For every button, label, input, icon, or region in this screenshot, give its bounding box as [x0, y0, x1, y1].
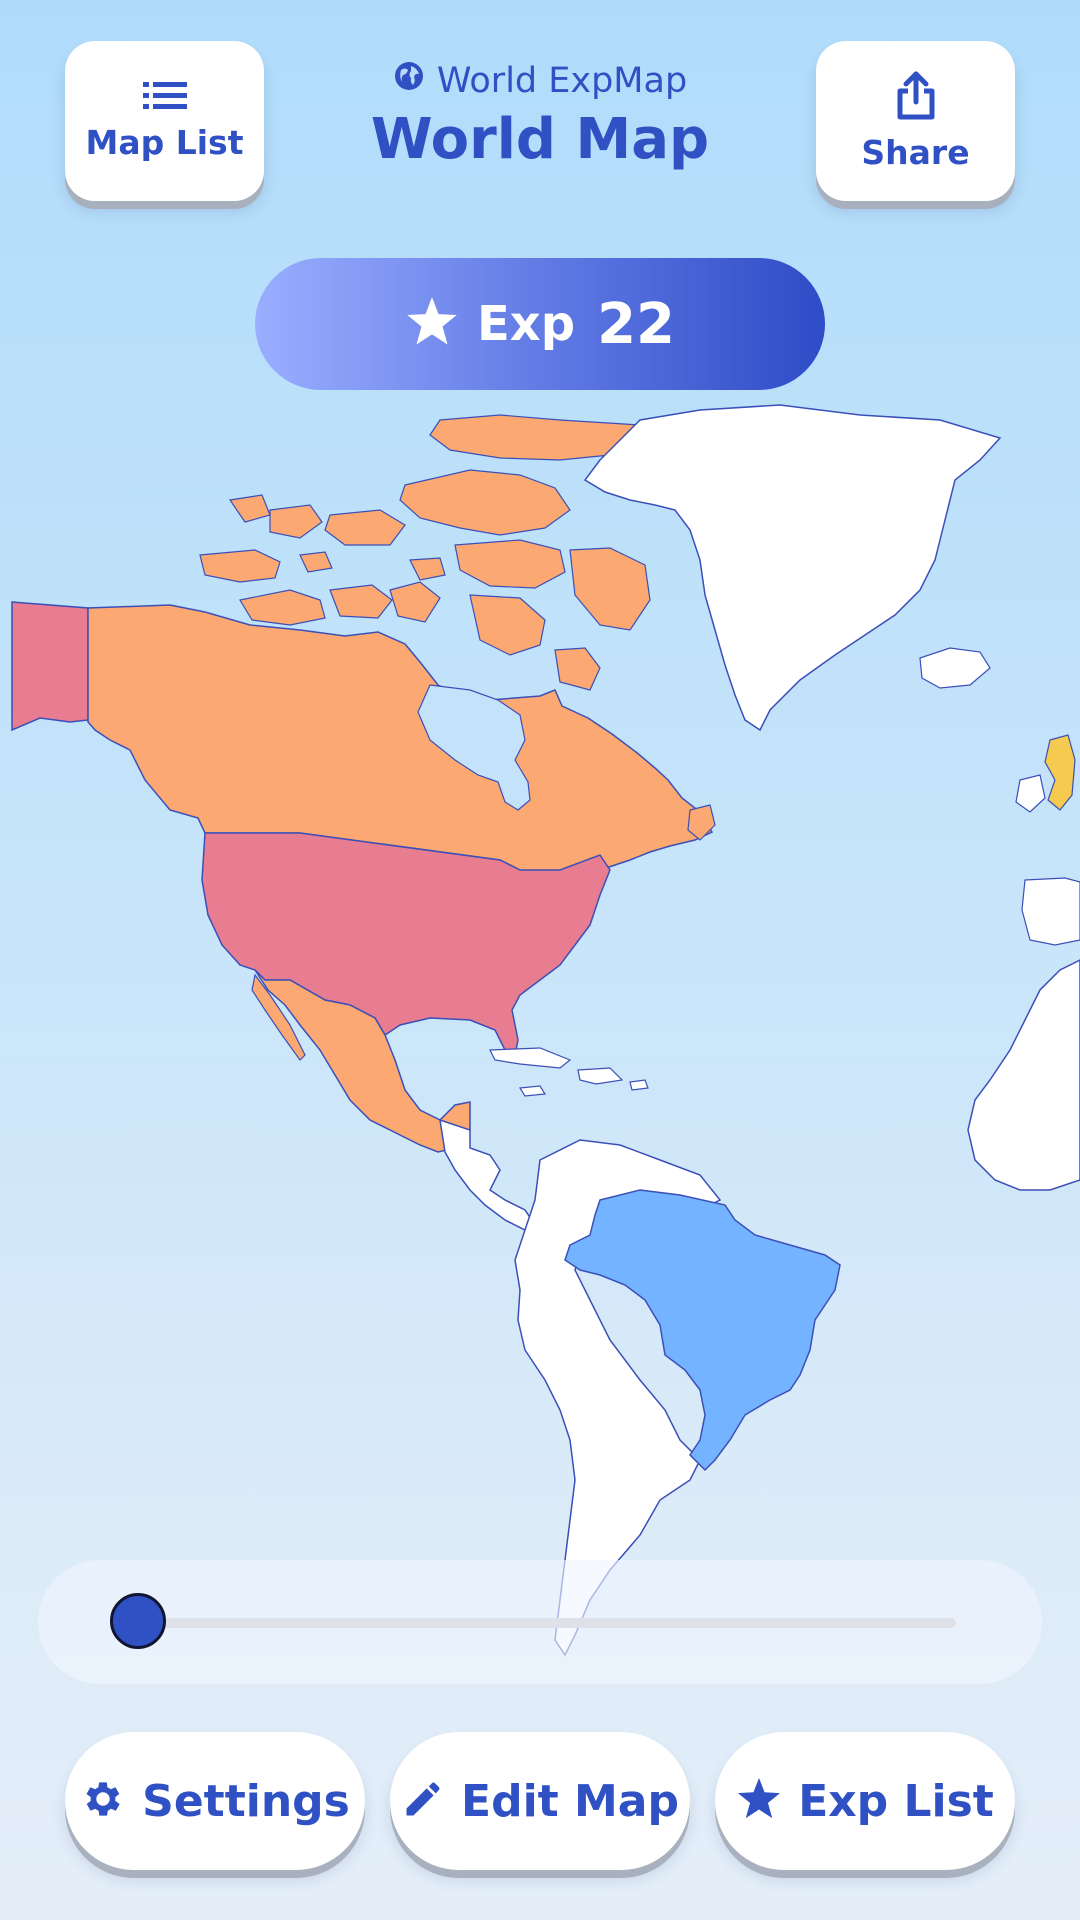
gear-icon — [80, 1776, 126, 1826]
list-icon — [142, 81, 187, 115]
exp-list-button[interactable]: Exp List — [715, 1732, 1015, 1870]
caribbean-islands[interactable] — [489, 1047, 649, 1097]
edit-map-button[interactable]: Edit Map — [390, 1732, 690, 1870]
star-icon — [405, 296, 459, 352]
country-canada[interactable] — [87, 604, 714, 881]
exp-value: 22 — [597, 291, 676, 357]
slider-track[interactable] — [138, 1618, 956, 1628]
central-america[interactable] — [439, 1118, 537, 1231]
pencil-icon — [401, 1777, 445, 1825]
exp-badge[interactable]: Exp 22 — [255, 258, 825, 390]
country-iceland[interactable] — [919, 647, 991, 689]
share-icon — [896, 71, 936, 125]
app-name: World ExpMap — [436, 60, 688, 101]
africa-edge[interactable] — [967, 959, 1080, 1191]
settings-button[interactable]: Settings — [65, 1732, 365, 1870]
slider-thumb[interactable] — [110, 1593, 166, 1649]
country-alaska[interactable] — [11, 601, 89, 732]
globe-icon — [393, 60, 425, 101]
share-label: Share — [861, 132, 970, 172]
country-uk-ireland[interactable] — [1015, 734, 1076, 813]
settings-label: Settings — [142, 1775, 350, 1827]
page-title: World Map — [370, 107, 710, 172]
map-list-button[interactable]: Map List — [65, 41, 264, 201]
map-list-label: Map List — [85, 122, 244, 162]
edit-map-label: Edit Map — [461, 1775, 679, 1827]
iberia-edge[interactable] — [1021, 877, 1080, 946]
share-button[interactable]: Share — [816, 41, 1015, 201]
timeline-slider-panel — [38, 1560, 1042, 1684]
exp-list-label: Exp List — [798, 1775, 994, 1827]
exp-label: Exp — [476, 296, 576, 352]
header-title-block: World ExpMap World Map — [280, 60, 800, 173]
star-icon — [736, 1777, 782, 1825]
world-map[interactable] — [0, 400, 1080, 1660]
